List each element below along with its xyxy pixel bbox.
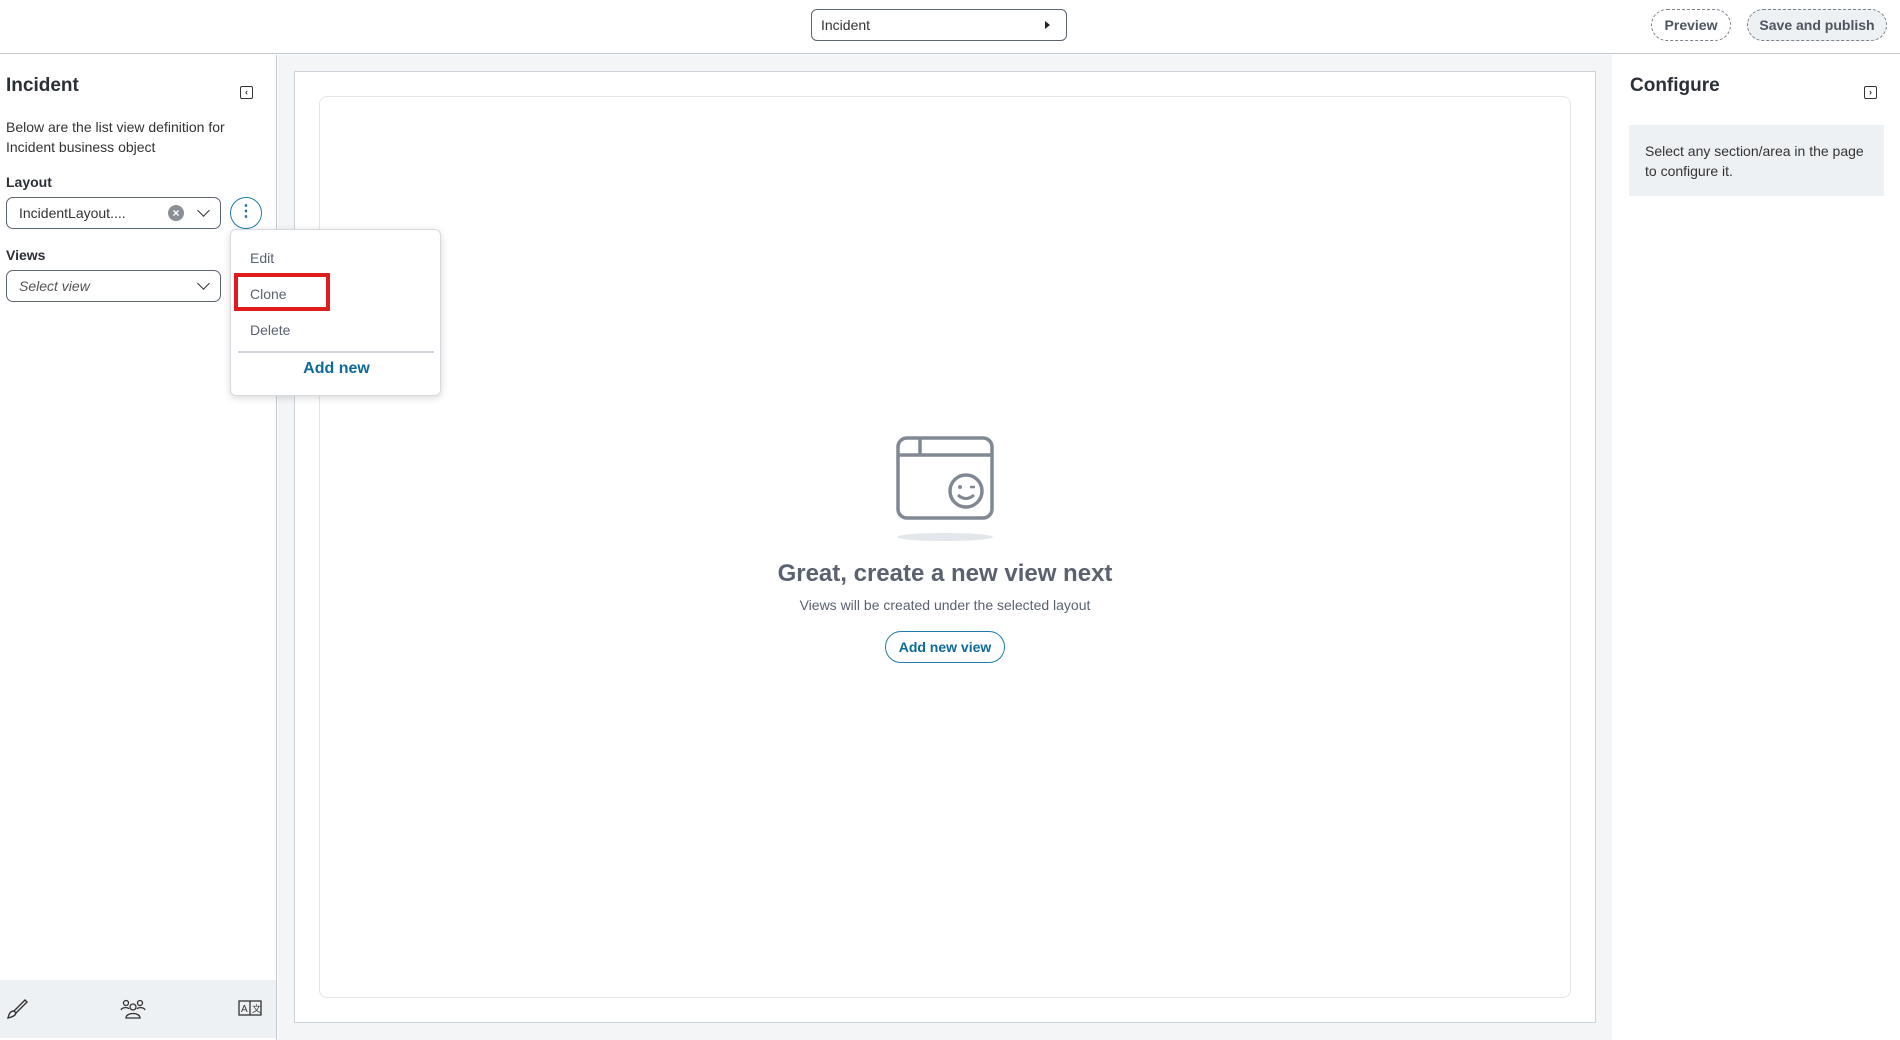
object-selector[interactable]: Incident <box>811 9 1067 41</box>
views-placeholder: Select view <box>19 278 90 294</box>
configure-panel: Configure › Select any section/area in t… <box>1613 55 1900 1040</box>
highlight-box <box>234 273 330 311</box>
empty-view-illustration-icon <box>896 436 994 541</box>
svg-text:A: A <box>241 1004 248 1015</box>
layout-actions-menu: Edit Clone Delete Add new <box>230 229 441 396</box>
save-and-publish-button[interactable]: Save and publish <box>1747 9 1887 41</box>
empty-state-subtitle: Views will be created under the selected… <box>799 597 1091 613</box>
brush-icon[interactable] <box>5 998 29 1020</box>
menu-add-new[interactable]: Add new <box>231 360 442 378</box>
empty-state-container <box>319 96 1571 998</box>
empty-state-title: Great, create a new view next <box>777 560 1113 587</box>
configure-hint: Select any section/area in the page to c… <box>1629 125 1884 196</box>
configure-title: Configure <box>1630 75 1720 96</box>
left-bottom-toolbar: A文 <box>0 980 276 1038</box>
menu-item-delete[interactable]: Delete <box>250 322 290 338</box>
translate-icon[interactable]: A文 <box>238 1000 262 1016</box>
add-new-view-button[interactable]: Add new view <box>885 631 1005 663</box>
layout-more-button[interactable]: ⋮ <box>230 197 262 229</box>
clear-icon[interactable]: × <box>168 205 184 221</box>
chevron-down-icon <box>197 204 210 217</box>
left-panel: Incident ‹ Below are the list view defin… <box>0 55 277 1040</box>
chevron-down-icon <box>197 277 210 290</box>
layout-select[interactable]: IncidentLayout.... × <box>6 197 221 229</box>
collapse-left-icon[interactable]: ‹ <box>240 86 253 99</box>
layout-select-value: IncidentLayout.... <box>19 205 126 221</box>
object-selector-value: Incident <box>821 17 871 33</box>
menu-item-edit[interactable]: Edit <box>250 250 274 266</box>
menu-divider <box>238 351 434 353</box>
views-label: Views <box>6 247 46 263</box>
panel-title: Incident <box>6 75 79 96</box>
svg-text:文: 文 <box>252 1003 261 1014</box>
collapse-right-icon[interactable]: › <box>1864 86 1877 99</box>
preview-button[interactable]: Preview <box>1651 9 1731 41</box>
top-bar: Incident Preview Save and publish <box>0 0 1900 54</box>
views-select[interactable]: Select view <box>6 270 221 302</box>
panel-description: Below are the list view definition for I… <box>6 119 225 155</box>
layout-label: Layout <box>6 174 52 190</box>
caret-right-icon <box>1045 21 1050 29</box>
users-icon[interactable] <box>120 998 146 1020</box>
